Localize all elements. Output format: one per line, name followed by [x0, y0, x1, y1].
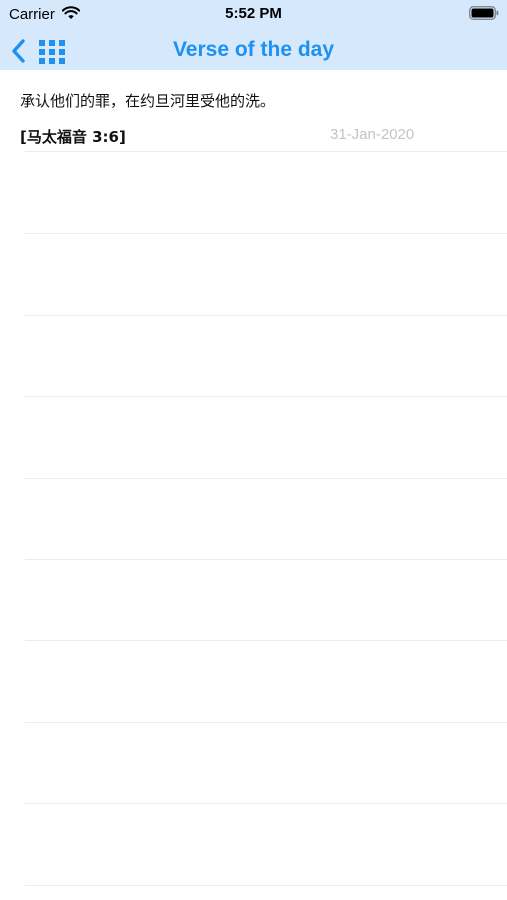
row-separator: [25, 803, 507, 804]
row-separator: [25, 233, 507, 234]
row-separator: [25, 722, 507, 723]
page-title: Verse of the day: [172, 38, 335, 61]
row-separator: [25, 151, 507, 152]
screen: Carrier 5:52 PM Verse of the day 承认他们的罪，…: [0, 0, 507, 900]
status-bar: Carrier 5:52 PM: [0, 0, 507, 28]
row-separator: [25, 559, 507, 560]
verse-date: 31-Jan-2020: [330, 126, 415, 143]
navigation-bar: Verse of the day: [0, 28, 507, 70]
status-time: 5:52 PM: [225, 5, 282, 22]
verse-text: 承认他们的罪，在约旦河里受他的洗。: [20, 92, 276, 110]
verse-content: 承认他们的罪，在约旦河里受他的洗。 [马太福音 3:6] 31-Jan-2020: [0, 70, 507, 900]
row-separator: [25, 885, 507, 886]
top-bar: Carrier 5:52 PM Verse of the day: [0, 0, 507, 70]
row-separator: [25, 640, 507, 641]
battery-icon: [469, 6, 499, 20]
verse-reference: [马太福音 3:6]: [20, 128, 126, 146]
row-separator: [25, 478, 507, 479]
row-separator: [25, 396, 507, 397]
row-separator: [25, 315, 507, 316]
